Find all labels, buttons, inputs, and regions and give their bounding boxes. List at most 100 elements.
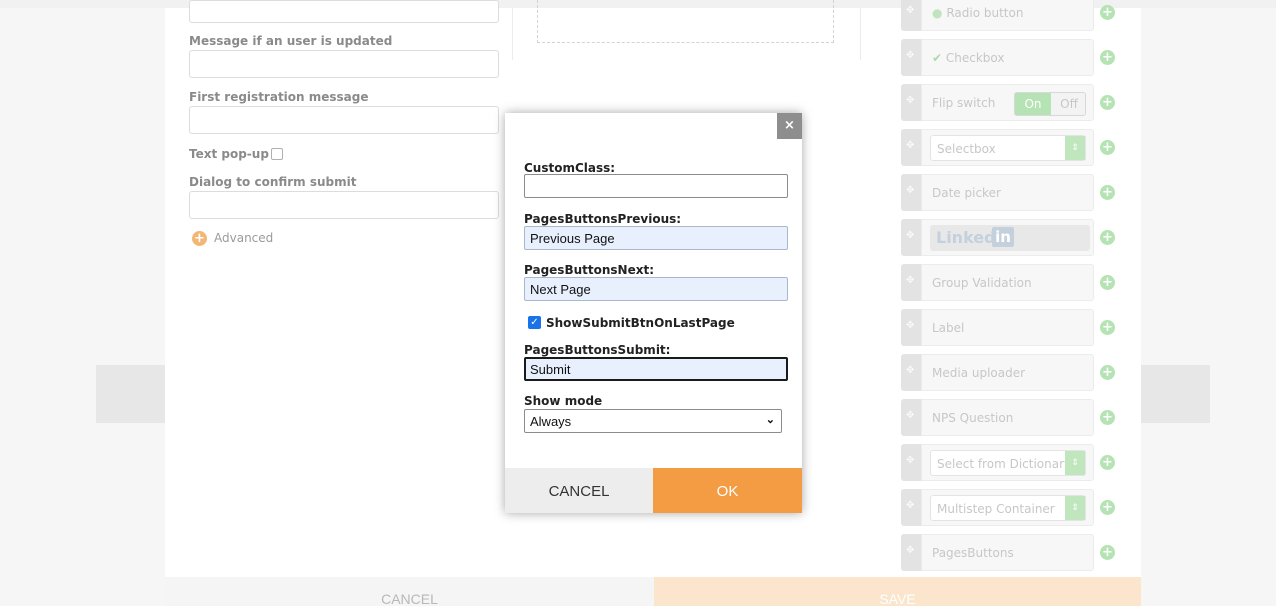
column-divider-left <box>512 8 513 60</box>
tool-body: PagesButtons <box>921 534 1094 571</box>
tool-label: Label <box>932 321 965 335</box>
close-icon[interactable]: × <box>777 113 802 139</box>
tool-linkedin[interactable]: Linked in + <box>901 219 1115 256</box>
first-registration-label: First registration message <box>189 90 369 104</box>
flip-on: On <box>1015 93 1051 115</box>
tool-label: ✔ Checkbox <box>932 51 1005 65</box>
linkedin-in-badge: in <box>992 227 1014 247</box>
tool-radio-button[interactable]: ● Radio button + <box>901 0 1115 31</box>
submit-button-input[interactable]: Submit <box>524 357 788 381</box>
tool-pages-buttons[interactable]: PagesButtons + <box>901 534 1115 571</box>
multistep-select-preview: Multistep Container ⇕ <box>930 495 1086 521</box>
drag-handle-icon[interactable] <box>901 219 921 256</box>
add-selectbox-icon[interactable]: + <box>1100 140 1115 155</box>
add-flip-switch-icon[interactable]: + <box>1100 95 1115 110</box>
select-arrows-icon: ⇕ <box>1065 496 1085 520</box>
tool-body: NPS Question <box>921 399 1094 436</box>
show-mode-value: Always <box>530 414 572 429</box>
selectbox-preview: Selectbox ⇕ <box>930 135 1086 161</box>
tool-body: Flip switch On Off <box>921 84 1094 121</box>
advanced-link[interactable]: Advanced <box>214 231 273 245</box>
text-popup-checkbox[interactable] <box>271 148 283 160</box>
tool-group-validation[interactable]: Group Validation + <box>901 264 1115 301</box>
add-media-uploader-icon[interactable]: + <box>1100 365 1115 380</box>
show-mode-select[interactable]: Always ⌄ <box>524 409 782 433</box>
add-date-picker-icon[interactable]: + <box>1100 185 1115 200</box>
footer-cancel-button[interactable]: CANCEL <box>165 577 654 606</box>
drag-handle-icon[interactable] <box>901 444 921 481</box>
message-updated-label: Message if an user is updated <box>189 34 393 48</box>
radio-dot-icon: ● <box>932 6 943 20</box>
tool-label: Date picker <box>932 186 1001 200</box>
drag-handle-icon[interactable] <box>901 39 921 76</box>
drag-handle-icon[interactable] <box>901 264 921 301</box>
next-button-input[interactable]: Next Page <box>524 277 788 301</box>
add-linkedin-icon[interactable]: + <box>1100 230 1115 245</box>
tool-label: Select from Dictionary <box>937 457 1072 471</box>
drop-zone[interactable] <box>537 0 834 43</box>
tool-label: ● Radio button <box>932 6 1024 20</box>
add-nps-question-icon[interactable]: + <box>1100 410 1115 425</box>
flip-switch-preview: On Off <box>1014 92 1086 116</box>
tool-body: Group Validation <box>921 264 1094 301</box>
tool-body: ● Radio button <box>921 0 1094 31</box>
dialog-confirm-label: Dialog to confirm submit <box>189 175 357 189</box>
drag-handle-icon[interactable] <box>901 534 921 571</box>
add-checkbox-icon[interactable]: + <box>1100 50 1115 65</box>
tool-label: Multistep Container <box>937 502 1055 516</box>
tool-label: PagesButtons <box>932 546 1014 560</box>
add-group-validation-icon[interactable]: + <box>1100 275 1115 290</box>
show-submit-checkbox[interactable]: ✓ <box>528 316 541 329</box>
drag-handle-icon[interactable] <box>901 309 921 346</box>
tool-body: Linked in <box>921 219 1094 256</box>
submit-button-label: PagesButtonsSubmit: <box>524 343 671 357</box>
drag-handle-icon[interactable] <box>901 174 921 211</box>
chevron-down-icon: ⌄ <box>765 414 775 426</box>
tool-flip-switch[interactable]: Flip switch On Off + <box>901 84 1115 121</box>
tool-media-uploader[interactable]: Media uploader + <box>901 354 1115 391</box>
dialog-cancel-button[interactable]: CANCEL <box>505 468 653 513</box>
add-radio-button-icon[interactable]: + <box>1100 5 1115 20</box>
add-multistep-container-icon[interactable]: + <box>1100 500 1115 515</box>
linkedin-text: Linked <box>936 228 996 247</box>
add-pages-buttons-icon[interactable]: + <box>1100 545 1115 560</box>
dialog-ok-button[interactable]: OK <box>653 468 802 513</box>
custom-class-label: CustomClass: <box>524 161 616 175</box>
tool-label: NPS Question <box>932 411 1014 425</box>
tool-label: Selectbox <box>937 142 996 156</box>
tool-body: Multistep Container ⇕ <box>921 489 1094 526</box>
prev-button-input[interactable]: Previous Page <box>524 226 788 250</box>
drag-handle-icon[interactable] <box>901 0 921 31</box>
select-arrows-icon: ⇕ <box>1065 451 1085 475</box>
message-updated-field[interactable] <box>189 50 499 78</box>
tool-nps-question[interactable]: NPS Question + <box>901 399 1115 436</box>
advanced-plus-icon[interactable]: + <box>192 231 207 246</box>
tool-select-from-dictionary[interactable]: Select from Dictionary ⇕ + <box>901 444 1115 481</box>
add-label-icon[interactable]: + <box>1100 320 1115 335</box>
tool-body: Label <box>921 309 1094 346</box>
tool-label: Media uploader <box>932 366 1026 380</box>
add-select-from-dictionary-icon[interactable]: + <box>1100 455 1115 470</box>
tool-body: Media uploader <box>921 354 1094 391</box>
tool-multistep-container[interactable]: Multistep Container ⇕ + <box>901 489 1115 526</box>
tool-selectbox[interactable]: Selectbox ⇕ + <box>901 129 1115 166</box>
drag-handle-icon[interactable] <box>901 399 921 436</box>
footer-save-button[interactable]: SAVE <box>654 577 1141 606</box>
tool-body: Date picker <box>921 174 1094 211</box>
drag-handle-icon[interactable] <box>901 84 921 121</box>
dialog-confirm-field[interactable] <box>189 191 499 219</box>
tool-date-picker[interactable]: Date picker + <box>901 174 1115 211</box>
drag-handle-icon[interactable] <box>901 489 921 526</box>
drag-handle-icon[interactable] <box>901 354 921 391</box>
tool-label: Flip switch <box>932 96 996 110</box>
tool-label-element[interactable]: Label + <box>901 309 1115 346</box>
drag-handle-icon[interactable] <box>901 129 921 166</box>
custom-class-input[interactable] <box>524 174 788 198</box>
first-registration-field[interactable] <box>189 106 499 134</box>
tool-body: Selectbox ⇕ <box>921 129 1094 166</box>
dictionary-select-preview: Select from Dictionary ⇕ <box>930 450 1086 476</box>
column-divider-right <box>860 8 861 60</box>
previous-message-field[interactable] <box>189 0 499 23</box>
tool-checkbox[interactable]: ✔ Checkbox + <box>901 39 1115 76</box>
select-arrows-icon: ⇕ <box>1065 136 1085 160</box>
